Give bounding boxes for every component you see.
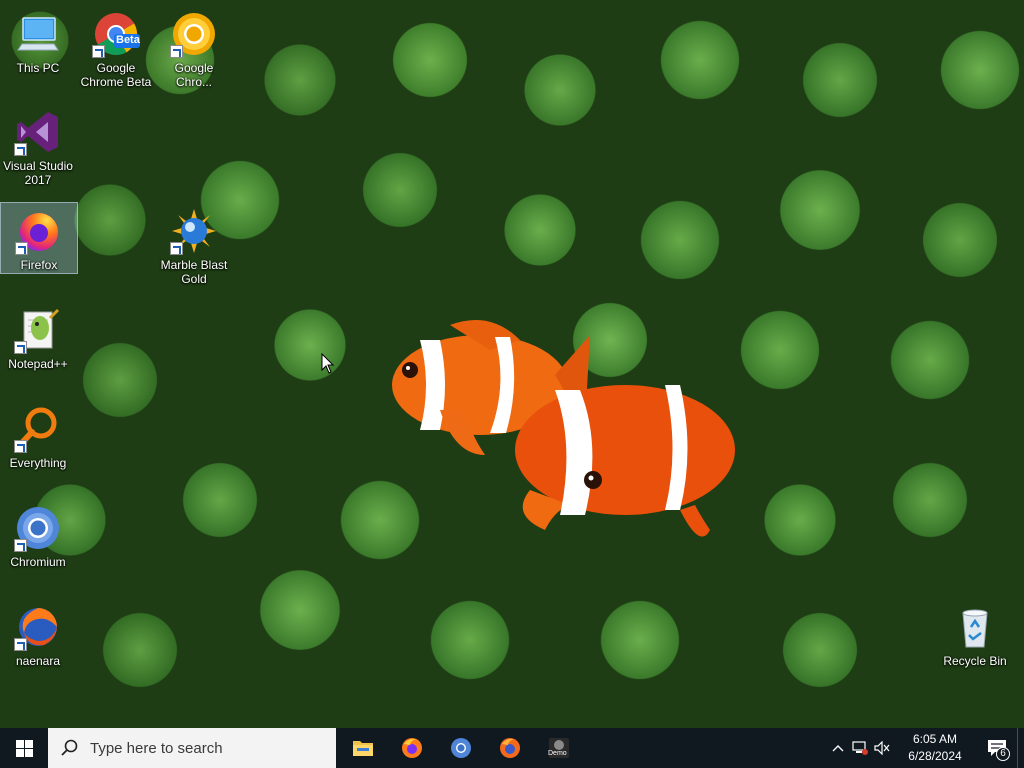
visual-studio-icon (14, 108, 62, 156)
shortcut-arrow-icon (92, 45, 105, 58)
network-icon[interactable] (849, 728, 871, 768)
search-icon (61, 739, 78, 756)
system-tray: 6:05 AM 6/28/2024 6 (827, 728, 1024, 768)
shortcut-arrow-icon (15, 242, 28, 255)
desktop-icon-firefox[interactable]: Firefox (0, 202, 78, 274)
file-explorer-icon (352, 741, 373, 756)
computer-icon (14, 10, 62, 58)
everything-search-icon (14, 405, 62, 453)
firefox-icon (401, 738, 422, 758)
action-center-button[interactable]: 6 (977, 728, 1017, 768)
windows-logo-icon (15, 739, 33, 757)
search-placeholder: Type here to search (90, 739, 223, 757)
marble-blast-icon (170, 207, 218, 255)
firefox-icon (15, 207, 63, 255)
demo-app-label: Demo (548, 750, 567, 757)
beta-badge: Beta (116, 34, 140, 46)
taskbar-chromium[interactable] (436, 728, 485, 768)
show-desktop-button[interactable] (1017, 728, 1024, 768)
firefox-icon (499, 738, 520, 758)
shortcut-arrow-icon (14, 440, 27, 453)
shortcut-arrow-icon (14, 539, 27, 552)
taskbar-file-explorer[interactable] (338, 728, 387, 768)
chevron-up-icon[interactable] (827, 728, 849, 768)
shortcut-arrow-icon (14, 143, 27, 156)
clock-date: 6/28/2024 (908, 749, 962, 763)
desktop-icon-google-chrome-canary[interactable]: Google Chro... (156, 6, 232, 89)
mouse-pointer-icon (321, 353, 335, 374)
wallpaper-clownfish (392, 320, 735, 537)
chromium-icon (450, 738, 471, 758)
chrome-canary-icon (170, 10, 218, 58)
taskbar-firefox-2[interactable] (485, 728, 534, 768)
desktop-icon-chromium[interactable]: Chromium (0, 500, 76, 569)
desktop-icon-notepad-plus-plus[interactable]: Notepad++ (0, 302, 76, 371)
start-button[interactable] (0, 728, 48, 768)
taskbar-clock[interactable]: 6:05 AM 6/28/2024 (893, 731, 977, 765)
volume-muted-icon[interactable] (871, 728, 893, 768)
recycle-bin-icon (951, 603, 999, 651)
desktop-icon-this-pc[interactable]: This PC (0, 6, 76, 75)
naenara-icon (14, 603, 62, 651)
desktop-icon-everything[interactable]: Everything (0, 401, 76, 470)
chrome-beta-icon: Beta (92, 10, 140, 58)
shortcut-arrow-icon (14, 341, 27, 354)
desktop[interactable]: This PC Beta Google Chrome Beta Google C… (0, 0, 1024, 768)
notification-count-badge: 6 (996, 747, 1010, 761)
taskbar-demo-app[interactable]: Demo (534, 728, 583, 768)
desktop-icon-visual-studio-2017[interactable]: Visual Studio 2017 (0, 104, 76, 187)
shortcut-arrow-icon (14, 638, 27, 651)
search-box[interactable]: Type here to search (48, 728, 336, 768)
taskbar: Type here to search Demo 6:05 AM 6/28/20… (0, 728, 1024, 768)
shortcut-arrow-icon (170, 242, 183, 255)
shortcut-arrow-icon (170, 45, 183, 58)
taskbar-firefox[interactable] (387, 728, 436, 768)
desktop-icon-google-chrome-beta[interactable]: Beta Google Chrome Beta (78, 6, 154, 89)
notepad-plus-plus-icon (14, 306, 62, 354)
desktop-icon-recycle-bin[interactable]: Recycle Bin (937, 599, 1013, 668)
clock-time: 6:05 AM (912, 732, 958, 746)
desktop-icon-naenara[interactable]: naenara (0, 599, 76, 668)
desktop-icon-marble-blast-gold[interactable]: Marble Blast Gold (156, 203, 232, 286)
chromium-icon (14, 504, 62, 552)
